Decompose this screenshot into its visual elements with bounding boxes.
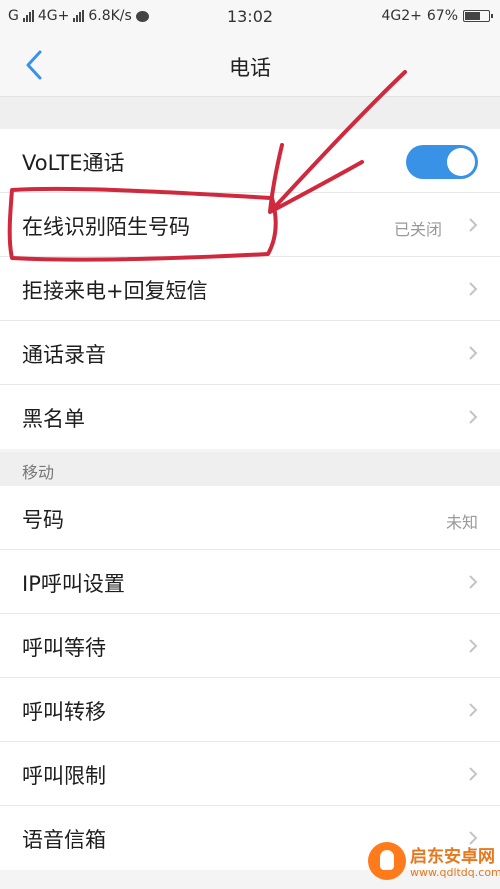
row-label: 呼叫限制 [22,764,106,788]
row-label: 呼叫转移 [22,700,106,724]
row-reject-sms[interactable]: 拒接来电+回复短信 [0,257,500,321]
chevron-right-icon [469,575,478,589]
status-right: 4G2+ 67% [381,8,493,24]
row-label: 在线识别陌生号码 [22,215,190,239]
row-label: 拒接来电+回复短信 [22,279,208,303]
chevron-right-icon [469,639,478,653]
row-blacklist[interactable]: 黑名单 [0,385,500,449]
battery-percent: 67% [426,8,458,24]
page-title: 电话 [229,56,271,80]
section-header-mobile: 移动 [0,452,500,486]
section-title: 移动 [22,463,55,482]
watermark: 启东安卓网 www.qdltdq.com [364,839,500,885]
settings-group-1: VoLTE通话 在线识别陌生号码 已关闭 拒接来电+回复短信 通话录音 黑名单 [0,129,500,449]
row-call-forwarding[interactable]: 呼叫转移 [0,678,500,742]
top-spacer [0,97,500,129]
row-label: IP呼叫设置 [22,572,125,596]
network-type-right: 4G2+ [381,8,422,24]
chevron-right-icon [469,767,478,781]
row-label: 号码 [22,508,64,532]
volte-toggle[interactable] [406,145,478,179]
row-value: 未知 [445,513,478,532]
row-call-barring[interactable]: 呼叫限制 [0,742,500,806]
nav-bar: 电话 [0,34,500,97]
chevron-right-icon [469,282,478,296]
row-label: 呼叫等待 [22,636,106,660]
chevron-right-icon [469,410,478,424]
volte-row: VoLTE通话 [0,129,500,193]
row-ip-call-settings[interactable]: IP呼叫设置 [0,550,500,614]
row-value: 已关闭 [393,220,442,239]
toggle-knob [447,148,475,176]
row-label: 黑名单 [22,407,85,431]
row-call-recording[interactable]: 通话录音 [0,321,500,385]
battery-icon [463,10,493,22]
row-label: 语音信箱 [22,828,106,852]
chevron-right-icon [469,346,478,360]
watermark-logo-icon [368,842,406,880]
watermark-name: 启东安卓网 [410,847,495,867]
chevron-right-icon [469,703,478,717]
row-label: 通话录音 [22,343,106,367]
row-call-waiting[interactable]: 呼叫等待 [0,614,500,678]
status-bar: G 4G+ 6.8K/s 13:02 4G2+ 67% [0,0,500,34]
row-phone-number[interactable]: 号码 未知 [0,486,500,550]
chevron-right-icon [469,218,478,232]
row-stranger-number-id[interactable]: 在线识别陌生号码 已关闭 [0,193,500,257]
watermark-url: www.qdltdq.com [410,866,500,879]
volte-label: VoLTE通话 [22,151,125,175]
settings-group-2: 号码 未知 IP呼叫设置 呼叫等待 呼叫转移 呼叫限制 语音信箱 [0,486,500,870]
